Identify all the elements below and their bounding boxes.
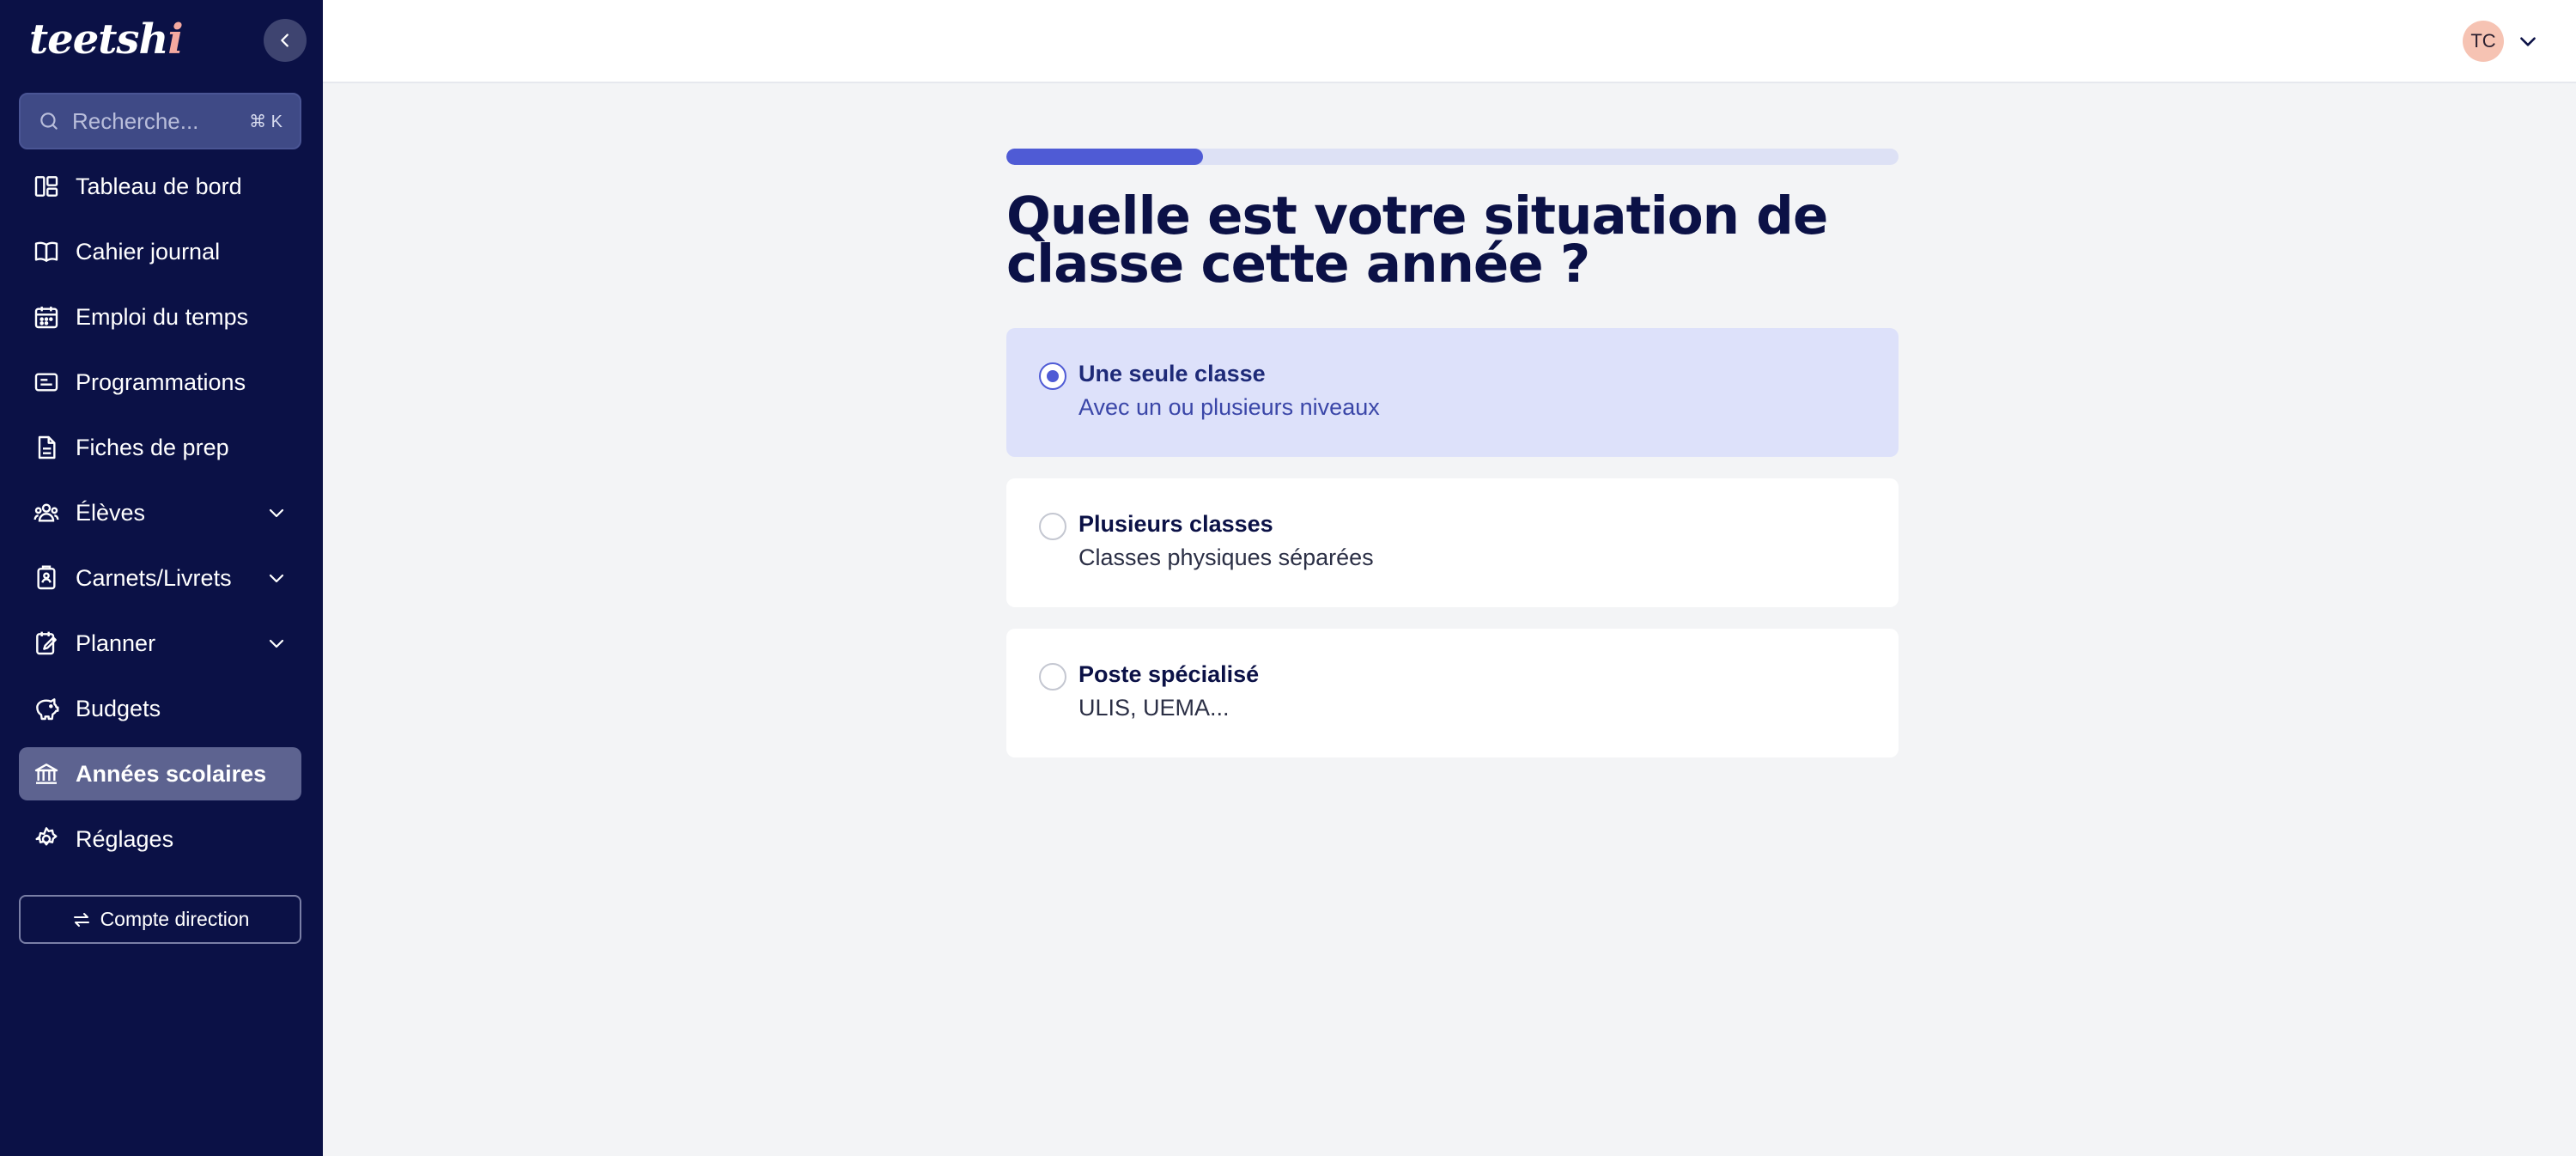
sidebar-item-fiches-de-prep[interactable]: Fiches de prep (19, 421, 301, 474)
chevron-down-icon[interactable] (264, 630, 289, 656)
planner-icon (31, 628, 62, 659)
sidebar-item-label: Tableau de bord (76, 173, 242, 199)
page-title: Quelle est votre situation de classe cet… (1006, 186, 1828, 295)
sidebar-item-cahier-journal[interactable]: Cahier journal (19, 225, 301, 278)
piggy-bank-icon (31, 693, 62, 724)
chevron-down-icon[interactable] (264, 500, 289, 526)
programs-icon (31, 367, 62, 398)
gear-icon (31, 824, 62, 855)
option-subtitle: ULIS, UEMA... (1078, 695, 1230, 721)
sidebar-item-planner[interactable]: Planner (19, 617, 301, 670)
sidebar-item-label: Cahier journal (76, 238, 221, 265)
clipboard-icon (31, 563, 62, 593)
swap-icon (73, 912, 89, 927)
sidebar-item-budgets[interactable]: Budgets (19, 682, 301, 735)
sidebar-item-emploi-du-temps[interactable]: Emploi du temps (19, 290, 301, 344)
chevron-down-icon[interactable] (264, 565, 289, 591)
option-title: Plusieurs classes (1078, 511, 1273, 537)
option-plusieurs-classes[interactable]: Plusieurs classes Classes physiques sépa… (1006, 478, 1899, 607)
sidebar-item-eleves[interactable]: Élèves (19, 486, 301, 539)
sidebar-item-reglages[interactable]: Réglages (19, 812, 301, 866)
sidebar-nav: Tableau de bord Cahier journal Emploi du… (19, 160, 301, 878)
sidebar-item-label: Programmations (76, 368, 246, 395)
sidebar-item-label: Élèves (76, 499, 146, 526)
topbar: TC (323, 0, 2576, 83)
option-une-seule-classe[interactable]: Une seule classe Avec un ou plusieurs ni… (1006, 328, 1899, 457)
search-shortcut: ⌘ K (249, 112, 283, 131)
search-box[interactable]: Recherche... ⌘ K (19, 93, 301, 149)
compte-direction-label: Compte direction (100, 908, 250, 930)
progress-bar (1006, 149, 1899, 165)
chevron-down-icon[interactable] (2514, 27, 2542, 55)
sidebar: teetshi Recherche... ⌘ K Tableau de bord… (0, 0, 323, 1156)
radio-button[interactable] (1039, 362, 1066, 390)
avatar[interactable]: TC (2463, 21, 2504, 62)
logo[interactable]: teetshi (29, 15, 184, 64)
students-icon (31, 497, 62, 528)
sidebar-item-label: Planner (76, 630, 156, 656)
chevron-left-icon (281, 33, 289, 47)
options-list: Une seule classe Avec un ou plusieurs ni… (1006, 328, 1899, 779)
calendar-icon (31, 301, 62, 332)
sidebar-item-annees-scolaires[interactable]: Années scolaires (19, 747, 301, 800)
school-icon (31, 758, 62, 789)
book-icon (31, 236, 62, 267)
sidebar-item-programmations[interactable]: Programmations (19, 356, 301, 409)
sidebar-item-label: Années scolaires (76, 760, 267, 787)
sidebar-item-label: Carnets/Livrets (76, 564, 232, 591)
document-icon (31, 432, 62, 463)
sidebar-item-label: Réglages (76, 825, 174, 852)
compte-direction-button[interactable]: Compte direction (19, 895, 301, 944)
option-poste-specialise[interactable]: Poste spécialisé ULIS, UEMA... (1006, 629, 1899, 757)
option-subtitle: Classes physiques séparées (1078, 545, 1374, 570)
radio-button[interactable] (1039, 663, 1066, 691)
sidebar-item-label: Budgets (76, 695, 161, 721)
collapse-sidebar-button[interactable] (264, 19, 307, 62)
search-icon (40, 113, 58, 130)
sidebar-item-tableau-de-bord[interactable]: Tableau de bord (19, 160, 301, 213)
logo-text: teetsh (29, 15, 168, 64)
radio-button[interactable] (1039, 513, 1066, 540)
logo-dot: i (167, 15, 183, 64)
dashboard-icon (31, 171, 62, 202)
option-subtitle: Avec un ou plusieurs niveaux (1078, 394, 1380, 420)
sidebar-item-label: Emploi du temps (76, 303, 249, 330)
search-placeholder: Recherche... (72, 107, 199, 134)
option-title: Poste spécialisé (1078, 661, 1260, 687)
progress-fill (1006, 149, 1203, 165)
sidebar-item-carnets-livrets[interactable]: Carnets/Livrets (19, 551, 301, 605)
option-title: Une seule classe (1078, 361, 1266, 386)
sidebar-item-label: Fiches de prep (76, 434, 229, 460)
